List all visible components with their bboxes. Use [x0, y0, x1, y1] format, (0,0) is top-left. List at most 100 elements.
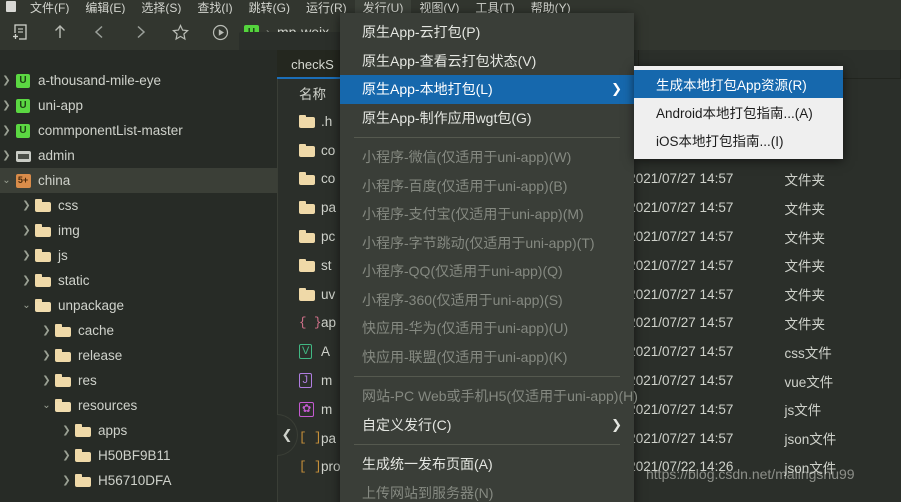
tree-item-resources[interactable]: ⌄ resources [0, 393, 277, 418]
uni-project-icon: U [13, 68, 33, 93]
menu-item-miniprogram-360: 小程序-360(仅适用于uni-app)(S) [362, 291, 563, 308]
tree-item-label: static [58, 273, 90, 288]
menu-item-miniprogram-baidu: 小程序-百度(仅适用于uni-app)(B) [362, 177, 568, 194]
chevron-right-icon[interactable]: ❯ [20, 268, 33, 293]
tree-item-label: H56710DFA [98, 473, 172, 488]
file-name: co [321, 171, 336, 187]
file-date: 2021/07/27 14:57 [628, 257, 734, 273]
menu-view[interactable]: 视图(V) [411, 0, 467, 14]
menu-item-native-app-local-package[interactable]: 原生App-本地打包(L) ❯ [340, 75, 634, 104]
chevron-right-icon[interactable]: ❯ [40, 368, 53, 393]
tree-item-label: commponentList-master [38, 123, 183, 138]
local-package-submenu[interactable]: 生成本地打包App资源(R) Android本地打包指南...(A) iOS本地… [634, 66, 843, 159]
tree-item-res[interactable]: ❯ res [0, 368, 277, 393]
menu-find[interactable]: 查找(I) [189, 0, 240, 14]
file-date: 2021/07/27 14:57 [628, 229, 734, 245]
tab-checks[interactable]: checkS [277, 50, 349, 79]
tree-item-commponentlist-master[interactable]: ❯ U commponentList-master [0, 118, 277, 143]
chevron-right-icon[interactable]: ❯ [40, 343, 53, 368]
tree-item-a-thousand-mile-eye[interactable]: ❯ U a-thousand-mile-eye [0, 68, 277, 93]
folder-icon [73, 418, 93, 443]
tree-item-label: admin [38, 148, 75, 163]
menu-separator [354, 137, 620, 138]
folder-icon [299, 201, 321, 215]
tree-item-china[interactable]: ⌄ 5+ china [0, 168, 277, 193]
project-explorer[interactable]: ❯ U a-thousand-mile-eye ❯ U uni-app ❯ U … [0, 50, 277, 502]
file-name: pc [321, 229, 336, 245]
tree-item-unpackage[interactable]: ⌄ unpackage [0, 293, 277, 318]
menu-file[interactable]: 文件(F) [22, 0, 77, 14]
js-file-icon: J [299, 373, 321, 389]
tree-item-release[interactable]: ❯ release [0, 343, 277, 368]
chevron-down-icon[interactable]: ⌄ [0, 168, 13, 193]
tree-item-label: css [58, 198, 79, 213]
tree-item-label: apps [98, 423, 128, 438]
chevron-down-icon[interactable]: ⌄ [40, 393, 53, 418]
new-file-icon[interactable] [0, 14, 40, 50]
file-date: 2021/07/27 14:57 [628, 171, 734, 187]
chevron-right-icon[interactable]: ❯ [60, 468, 73, 493]
chevron-right-icon[interactable]: ❯ [60, 418, 73, 443]
chevron-right-icon[interactable]: ❯ [60, 443, 73, 468]
menu-item-quickapp-huawei: 快应用-华为(仅适用于uni-app)(U) [362, 320, 569, 337]
menu-select[interactable]: 选择(S) [133, 0, 189, 14]
file-type: js文件 [784, 403, 822, 419]
chevron-right-icon[interactable]: ❯ [20, 218, 33, 243]
menu-item-native-app-cloud-package[interactable]: 原生App-云打包(P) [340, 18, 634, 47]
file-type: 文件夹 [784, 259, 826, 275]
chevron-left-icon[interactable] [80, 14, 120, 50]
chevron-down-icon[interactable]: ⌄ [20, 293, 33, 318]
tree-item-img[interactable]: ❯ img [0, 218, 277, 243]
folder-icon [33, 218, 53, 243]
tree-item-h56710dfa[interactable]: ❯ H56710DFA [0, 468, 277, 493]
tree-item-js[interactable]: ❯ js [0, 243, 277, 268]
menu-help[interactable]: 帮助(Y) [523, 0, 579, 14]
chevron-right-icon[interactable]: ❯ [0, 68, 13, 93]
folder-icon [33, 268, 53, 293]
menu-edit[interactable]: 编辑(E) [77, 0, 133, 14]
file-type: 文件夹 [784, 316, 826, 332]
menu-item-native-app-wgt-package[interactable]: 原生App-制作应用wgt包(G) [340, 104, 634, 133]
menu-item-native-app-cloud-status[interactable]: 原生App-查看云打包状态(V) [340, 47, 634, 76]
menu-item-custom-publish[interactable]: 自定义发行(C) ❯ [340, 411, 634, 440]
menu-goto[interactable]: 跳转(G) [241, 0, 298, 14]
chevron-right-icon[interactable]: ❯ [20, 193, 33, 218]
menu-separator [354, 376, 620, 377]
submenu-item-ios-local-package-guide[interactable]: iOS本地打包指南...(I) [634, 126, 843, 154]
tree-item-apps[interactable]: ❯ apps [0, 418, 277, 443]
menu-item-upload-website-to-server: 上传网站到服务器(N) [362, 484, 494, 501]
chevron-right-icon[interactable]: ❯ [0, 93, 13, 118]
file-date: 2021/07/27 14:57 [628, 430, 734, 446]
folder-icon [33, 193, 53, 218]
menu-run[interactable]: 运行(R) [298, 0, 355, 14]
menu-item-label: 自定义发行(C) [362, 416, 452, 433]
menu-item-generate-unified-page[interactable]: 生成统一发布页面(A) [340, 450, 634, 479]
git-badge-label: 5+ [15, 173, 31, 188]
chevron-right-icon[interactable]: ❯ [20, 243, 33, 268]
tree-item-uni-app[interactable]: ❯ U uni-app [0, 93, 277, 118]
chevron-right-icon[interactable]: ❯ [40, 318, 53, 343]
submenu-item-android-local-package-guide[interactable]: Android本地打包指南...(A) [634, 98, 843, 126]
tree-item-h50bf9b11[interactable]: ❯ H50BF9B11 [0, 443, 277, 468]
tree-item-label: release [78, 348, 123, 363]
folder-open-icon [33, 293, 53, 318]
file-name: m [321, 401, 333, 417]
tree-item-admin[interactable]: ❯ admin [0, 143, 277, 168]
chevron-right-icon[interactable]: ❯ [0, 143, 13, 168]
chevron-right-icon[interactable]: ❯ [0, 118, 13, 143]
file-type: 文件夹 [784, 201, 826, 217]
menu-publish[interactable]: 发行(U) [354, 0, 412, 14]
file-type: 文件夹 [784, 288, 826, 304]
menu-tools[interactable]: 工具(T) [467, 0, 522, 14]
tree-item-cache[interactable]: ❯ cache [0, 318, 277, 343]
file-type: 文件夹 [784, 230, 826, 246]
tree-item-css[interactable]: ❯ css [0, 193, 277, 218]
publish-context-menu[interactable]: 原生App-云打包(P) 原生App-查看云打包状态(V) 原生App-本地打包… [340, 13, 638, 502]
arrow-up-icon[interactable] [40, 14, 80, 50]
favorite-star-icon[interactable] [160, 14, 200, 50]
run-preview-icon[interactable] [200, 14, 240, 50]
submenu-item-generate-local-app-resources[interactable]: 生成本地打包App资源(R) [634, 70, 843, 98]
chevron-right-icon: ❯ [611, 416, 622, 432]
tree-item-static[interactable]: ❯ static [0, 268, 277, 293]
chevron-right-icon[interactable] [120, 14, 160, 50]
